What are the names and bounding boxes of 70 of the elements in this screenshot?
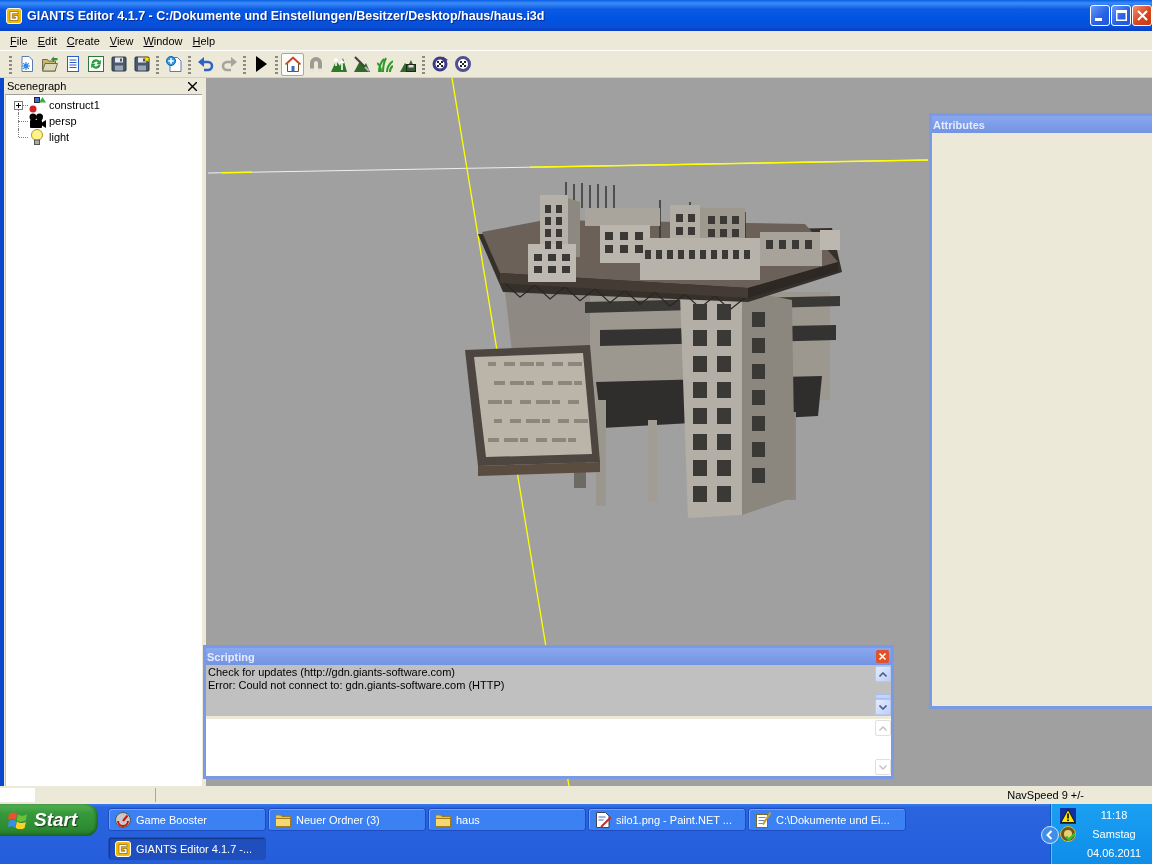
- menu-item[interactable]: Window: [138, 34, 188, 47]
- magnet-icon: [307, 56, 324, 72]
- panel-title: Scenegraph: [7, 80, 67, 92]
- add-document-icon: [165, 56, 182, 72]
- terrain-brush-icon: [353, 56, 370, 72]
- folder-icon: [275, 811, 291, 828]
- expand-icon[interactable]: [14, 101, 23, 110]
- status-field: [0, 788, 35, 802]
- start-button[interactable]: Start: [0, 804, 98, 836]
- taskbar-button[interactable]: Neuer Ordner (3): [268, 808, 426, 831]
- taskbar-button[interactable]: silo1.png - Paint.NET ...: [588, 808, 746, 831]
- chevron-down-icon: [879, 764, 887, 770]
- clock-date: 04.06.2011: [1086, 846, 1142, 861]
- undo-icon: [197, 56, 214, 72]
- paint-document-icon: [595, 811, 611, 828]
- scroll-down-button[interactable]: [875, 699, 891, 715]
- folder-icon: [435, 811, 451, 828]
- chevron-up-icon: [879, 671, 887, 677]
- flag-icon: [8, 811, 28, 829]
- gauge-icon: [115, 811, 131, 828]
- taskbar-button[interactable]: haus: [428, 808, 586, 831]
- chevron-down-icon: [879, 704, 887, 710]
- checkered-ring-icon: [454, 56, 471, 72]
- minimize-icon: [1095, 18, 1102, 21]
- menu-item[interactable]: Help: [187, 34, 221, 47]
- chevron-left-icon[interactable]: [1041, 826, 1059, 844]
- close-icon[interactable]: [188, 81, 197, 91]
- maximize-button[interactable]: [1111, 5, 1131, 26]
- minimize-button[interactable]: [1090, 5, 1110, 26]
- clock-time: 11:18: [1100, 808, 1128, 823]
- checkered-cycle-icon: [431, 56, 448, 72]
- tree-item[interactable]: persp: [49, 115, 77, 127]
- notepad-pencil-icon: [755, 811, 771, 828]
- taskbar-button[interactable]: C:\Dokumente und Ei...: [748, 808, 906, 831]
- shapes-icon: [28, 97, 46, 113]
- app-logo-icon: [115, 840, 131, 857]
- tree-item[interactable]: light: [49, 131, 70, 143]
- menu-item[interactable]: View: [104, 34, 139, 47]
- tree-item[interactable]: construct1: [49, 99, 100, 111]
- taskbar-button[interactable]: GIANTS Editor 4.1.7 -...: [108, 837, 266, 860]
- refresh-icon: [87, 56, 104, 72]
- redo-icon: [220, 56, 237, 72]
- terrain-arrows-icon: [330, 56, 347, 72]
- menu-item[interactable]: Edit: [32, 34, 62, 47]
- nav-speed-label: NavSpeed 9 +/-: [1007, 789, 1084, 801]
- menu-item[interactable]: Create: [61, 34, 105, 47]
- camera-icon: [28, 113, 46, 129]
- light-bulb-icon: [28, 129, 46, 145]
- log-line: Error: Could not connect to: gdn.giants-software.com (HTTP): [208, 679, 506, 692]
- check-badge-icon[interactable]: [1060, 826, 1076, 842]
- scroll-up-button[interactable]: [875, 666, 891, 682]
- close-icon: [1136, 10, 1148, 21]
- toolbar-button[interactable]: [281, 52, 304, 76]
- app-logo-icon: [6, 7, 22, 24]
- chevron-up-icon: [879, 725, 887, 731]
- close-button[interactable]: [1132, 5, 1152, 26]
- panel-title: Scripting: [207, 650, 255, 663]
- menu-item[interactable]: File: [5, 34, 33, 47]
- folder-icon: [41, 56, 58, 72]
- window-title: GIANTS Editor 4.1.7 - C:/Dokumente und Einstellungen/Besitzer/Desktop/haus/haus.i3d: [27, 8, 545, 23]
- new-document-icon: [18, 56, 35, 72]
- maximize-icon: [1115, 10, 1127, 21]
- list-document-icon: [64, 56, 81, 72]
- grass-icon: [376, 56, 393, 72]
- taskbar-button[interactable]: Game Booster: [108, 808, 266, 831]
- clock-day: Samstag: [1092, 825, 1136, 844]
- log-line: Check for updates (http://gdn.giants-software.com): [208, 666, 456, 679]
- house-icon: [284, 56, 301, 72]
- warning-icon[interactable]: [1060, 808, 1076, 824]
- panel-title: Attributes: [933, 118, 985, 131]
